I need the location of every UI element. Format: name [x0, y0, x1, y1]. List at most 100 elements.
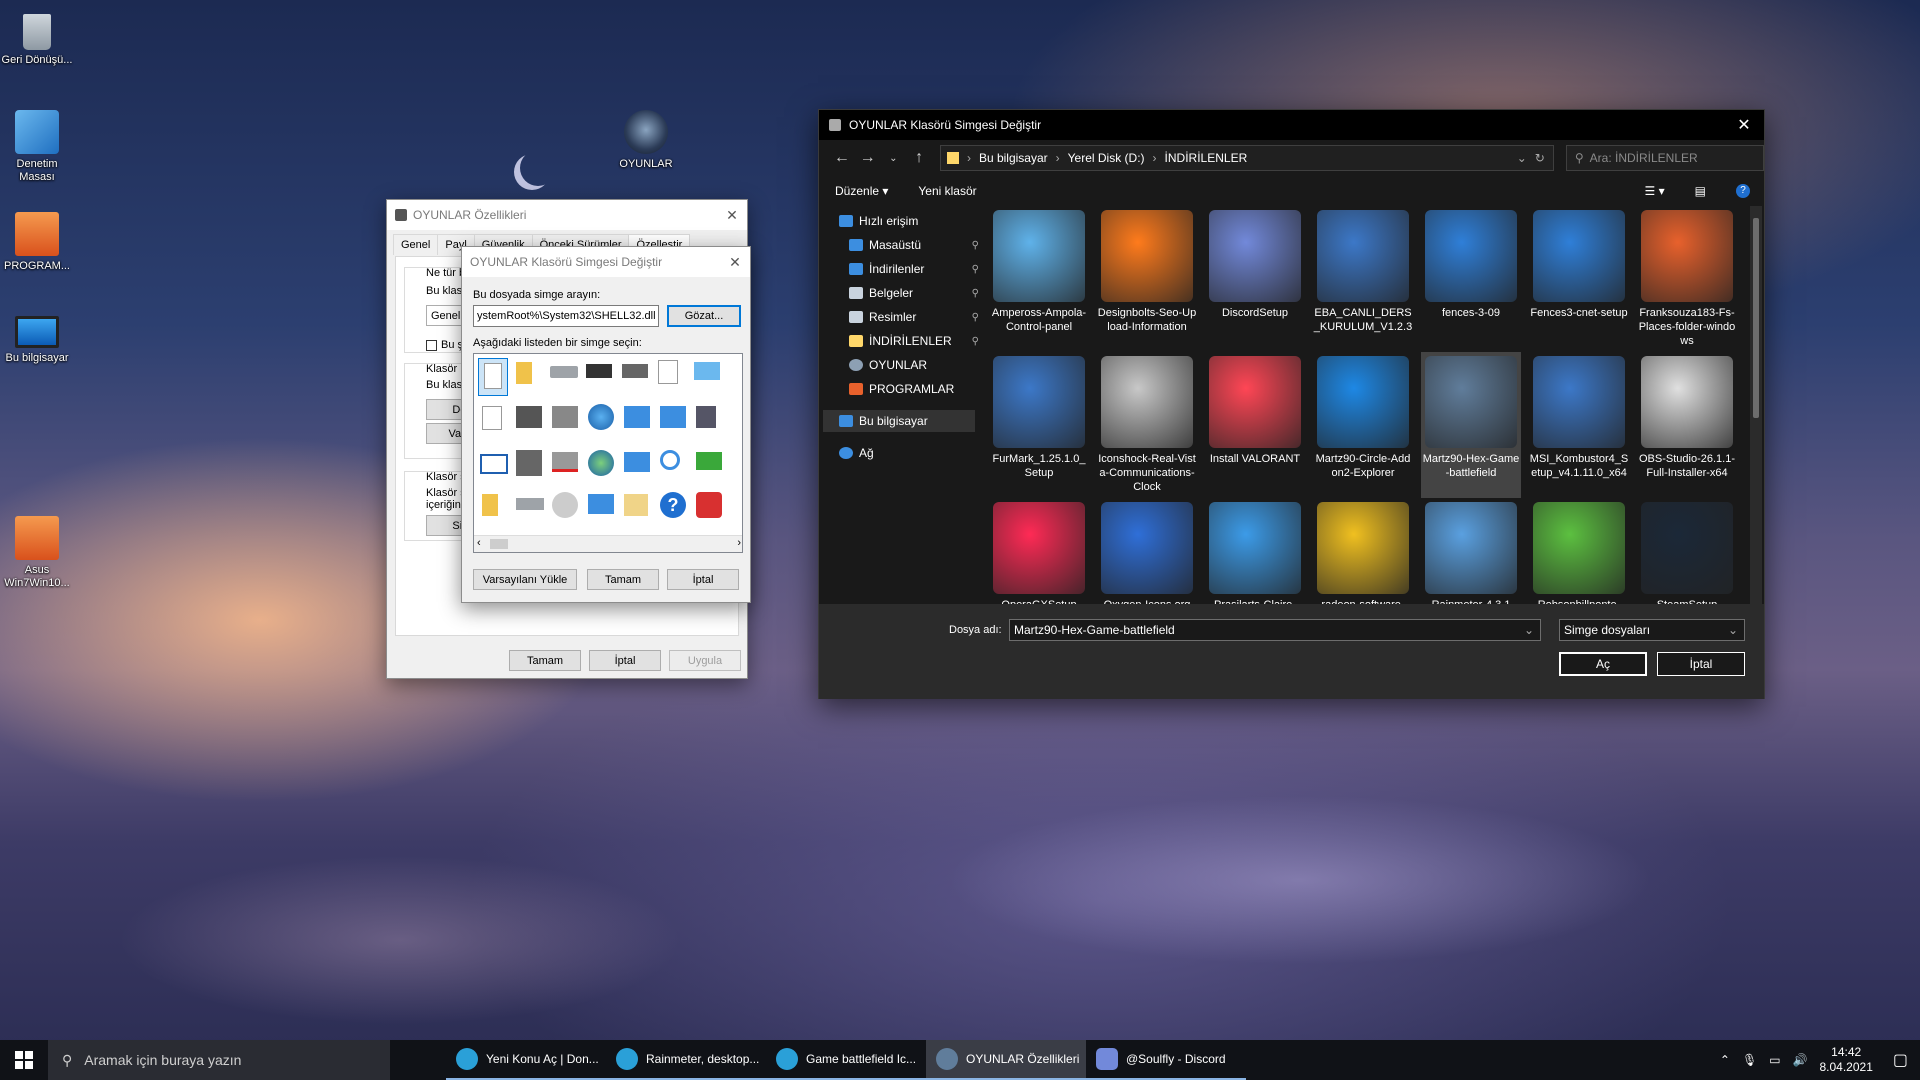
nav-pictures[interactable]: Resimler ⚲ — [849, 306, 979, 328]
scrollbar-thumb[interactable] — [490, 539, 508, 549]
chevron-left-icon[interactable]: ‹ — [477, 537, 481, 549]
nav-documents[interactable]: Belgeler ⚲ — [849, 282, 979, 304]
new-folder-button[interactable]: Yeni klasör — [918, 184, 976, 198]
file-item[interactable]: OperaGXSetup — [989, 498, 1089, 604]
blank-document-icon[interactable] — [478, 358, 508, 396]
nav-this-pc[interactable]: Bu bilgisayar — [823, 410, 975, 432]
folder-icon[interactable] — [624, 494, 652, 522]
file-item[interactable]: MSI_Kombustor4_Setup_v4.1.11.0_x64 — [1529, 352, 1629, 498]
window-icon[interactable] — [480, 454, 508, 482]
explorer-titlebar[interactable]: OYUNLAR Klasörü Simgesi Değiştir ✕ — [819, 110, 1764, 140]
network-icon[interactable] — [624, 406, 652, 434]
start-button[interactable] — [0, 1040, 48, 1080]
network-icon[interactable]: ▭ — [1769, 1053, 1780, 1067]
preview-pane-icon[interactable]: ▤ — [1695, 184, 1706, 198]
chevron-up-icon[interactable]: ⌃ — [1720, 1053, 1730, 1067]
network-drive-icon[interactable] — [552, 406, 580, 434]
close-icon[interactable]: ✕ — [720, 254, 750, 271]
breadcrumb-item[interactable]: Yerel Disk (D:) — [1068, 151, 1145, 165]
desktop-icon-programlar[interactable]: PROGRAM... — [0, 212, 75, 273]
file-item[interactable]: SteamSetup — [1637, 498, 1737, 604]
notifications-icon[interactable]: ▢ — [1893, 1050, 1908, 1070]
chevron-down-icon[interactable]: ⌄ — [880, 153, 906, 164]
icon-list[interactable]: ? ‹ › — [473, 353, 743, 553]
properties-titlebar[interactable]: OYUNLAR Özellikleri ✕ — [387, 200, 747, 230]
network-icon[interactable] — [624, 452, 652, 480]
taskbar-item-discord[interactable]: @Soulfly - Discord — [1086, 1040, 1246, 1080]
file-item[interactable]: Rainmeter-4.3.1 — [1421, 498, 1521, 604]
desktop-icon-oyunlar[interactable]: OYUNLAR — [608, 110, 684, 171]
up-arrow-icon[interactable]: ↑ — [906, 149, 932, 167]
desktop-icon-asus[interactable]: Asus Win7Win10... — [0, 516, 75, 590]
clock[interactable]: 14:42 8.04.2021 — [1819, 1045, 1872, 1075]
file-item[interactable]: Martz90-Circle-Addon2-Explorer — [1313, 352, 1413, 498]
file-item[interactable]: fences-3-09 — [1421, 206, 1521, 352]
control-panel-icon[interactable] — [660, 406, 688, 434]
search-box[interactable]: ⚲ Ara: İNDİRİLENLER — [1565, 145, 1764, 171]
file-item[interactable]: Franksouza183-Fs-Places-folder-windows — [1637, 206, 1737, 352]
cancel-button[interactable]: İptal — [589, 650, 661, 671]
refresh-icon[interactable]: ↻ — [1535, 151, 1545, 165]
folder-icon[interactable] — [516, 362, 544, 390]
file-item[interactable]: Designbolts-Seo-Upload-Information — [1097, 206, 1197, 352]
drive-disconnected-icon[interactable] — [552, 452, 580, 480]
text-file-icon[interactable] — [482, 406, 510, 434]
arrow-left-icon[interactable] — [696, 452, 724, 480]
chip-icon[interactable] — [586, 364, 614, 392]
file-item[interactable]: DiscordSetup — [1205, 206, 1305, 352]
file-item[interactable]: Martz90-Hex-Game-battlefield — [1421, 352, 1521, 498]
nav-programlar[interactable]: PROGRAMLAR — [849, 378, 979, 400]
file-item[interactable]: Prasilarts-Claire- — [1205, 498, 1305, 604]
desktop-icon-control-panel[interactable]: Denetim Masası — [0, 110, 75, 184]
file-path-input[interactable]: ystemRoot%\System32\SHELL32.dll — [473, 305, 659, 327]
cd-drive-icon[interactable] — [552, 492, 580, 520]
restore-defaults-button[interactable]: Varsayılanı Yükle — [473, 569, 577, 590]
vertical-scrollbar[interactable] — [1750, 206, 1762, 604]
desktop-icon-this-pc[interactable]: Bu bilgisayar — [0, 310, 75, 365]
browse-button[interactable]: Gözat... — [667, 305, 741, 327]
taskbar-item-edge-2[interactable]: Rainmeter, desktop... — [606, 1040, 766, 1080]
microphone-icon[interactable]: 🎙 — [1742, 1053, 1757, 1067]
file-item[interactable]: Oxygen-Icons.org — [1097, 498, 1197, 604]
file-item[interactable]: Install VALORANT — [1205, 352, 1305, 498]
apply-button[interactable]: Uygula — [669, 650, 741, 671]
scrollbar-thumb[interactable] — [1753, 218, 1759, 418]
file-item[interactable]: radeon-software- — [1313, 498, 1413, 604]
volume-icon[interactable]: 🔊 — [1793, 1053, 1808, 1067]
window-icon[interactable] — [694, 362, 722, 390]
search-icon[interactable] — [660, 450, 688, 478]
desktop-icon-recycle-bin[interactable]: Geri Dönüşü... — [0, 10, 75, 67]
file-type-select[interactable]: Simge dosyaları ⌄ — [1559, 619, 1745, 641]
organize-menu[interactable]: Düzenle ▾ — [835, 184, 888, 198]
globe-icon[interactable] — [588, 450, 616, 478]
nav-quick-access[interactable]: Hızlı erişim — [839, 210, 994, 232]
help-icon[interactable]: ? — [1736, 184, 1750, 198]
help-icon[interactable]: ? — [660, 492, 688, 520]
computer-icon[interactable] — [588, 494, 616, 522]
taskbar-item-edge-1[interactable]: Yeni Konu Aç | Don... — [446, 1040, 606, 1080]
nav-indirilenler-folder[interactable]: İNDİRİLENLER ⚲ — [849, 330, 979, 352]
ok-button[interactable]: Tamam — [587, 569, 659, 590]
folder-icon[interactable] — [482, 494, 510, 522]
close-icon[interactable]: ✕ — [717, 207, 747, 224]
file-item[interactable]: OBS-Studio-26.1.1-Full-Installer-x64 — [1637, 352, 1737, 498]
nav-desktop[interactable]: Masaüstü ⚲ — [849, 234, 979, 256]
chevron-right-icon[interactable]: › — [737, 537, 741, 549]
forward-arrow-icon[interactable]: → — [855, 149, 881, 167]
file-item[interactable]: FurMark_1.25.1.0_Setup — [989, 352, 1089, 498]
tab-general[interactable]: Genel — [393, 234, 439, 255]
breadcrumb-item[interactable]: İNDİRİLENLER — [1165, 151, 1248, 165]
ok-button[interactable]: Tamam — [509, 650, 581, 671]
drive-icon[interactable] — [516, 498, 544, 526]
back-arrow-icon[interactable]: ← — [829, 149, 855, 167]
document-icon[interactable] — [658, 360, 686, 388]
printer-icon[interactable] — [516, 406, 544, 434]
cancel-button[interactable]: İptal — [1657, 652, 1745, 676]
chevron-down-icon[interactable]: ⌄ — [1728, 623, 1738, 637]
drive-icon[interactable] — [622, 364, 650, 392]
file-item[interactable]: Fences3-cnet-setup — [1529, 206, 1629, 352]
cancel-button[interactable]: İptal — [667, 569, 739, 590]
power-icon[interactable] — [696, 492, 724, 520]
nav-oyunlar[interactable]: OYUNLAR — [849, 354, 979, 376]
chevron-down-icon[interactable]: ⌄ — [1517, 151, 1527, 165]
